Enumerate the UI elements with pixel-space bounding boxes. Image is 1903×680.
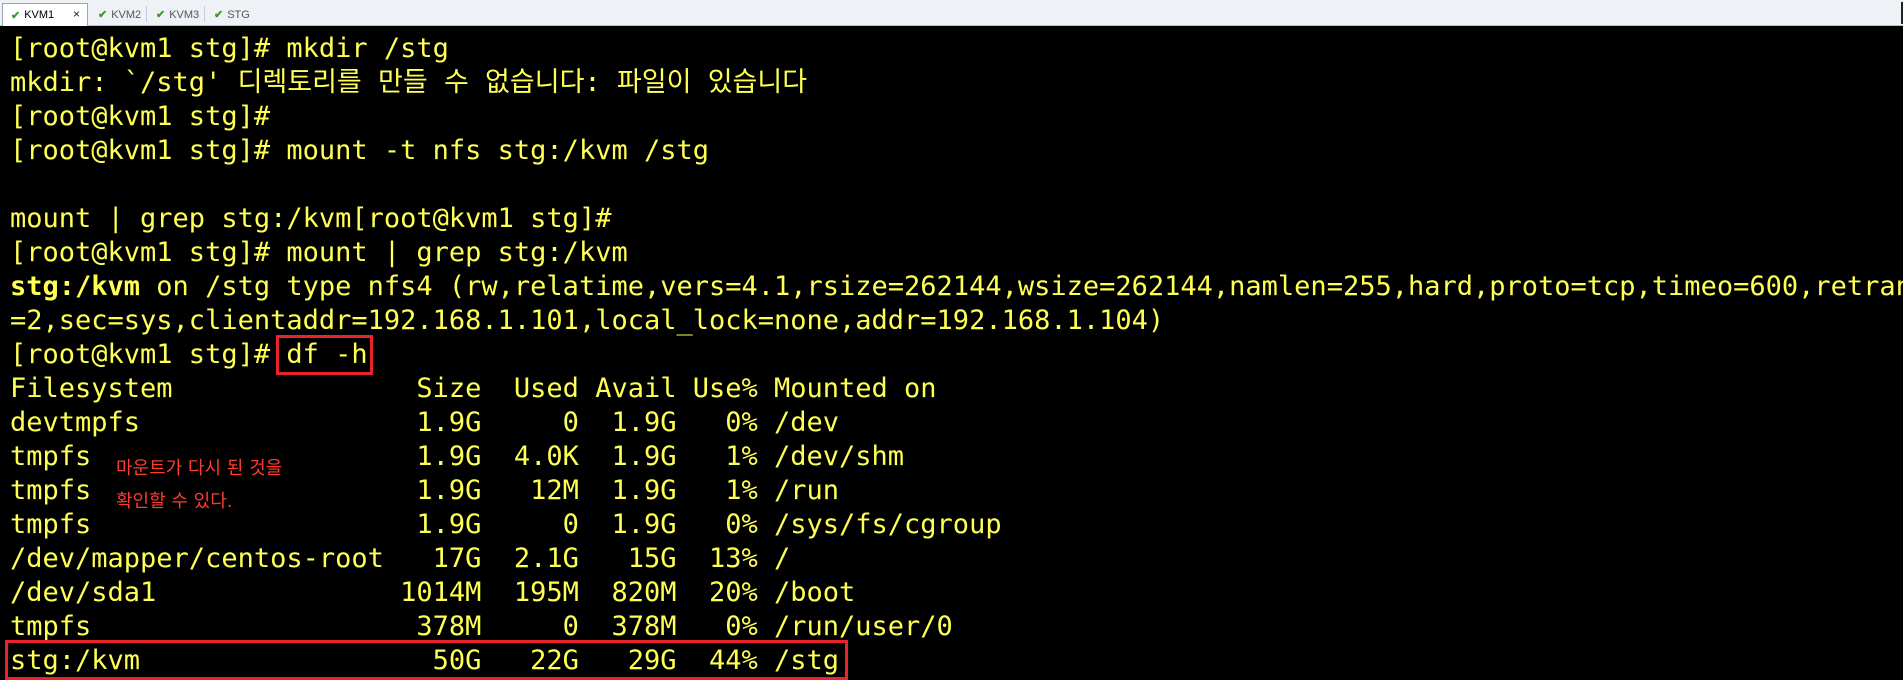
terminal-line: mkdir: `/stg' 디렉토리를 만들 수 없습니다: 파일이 있습니다 — [10, 67, 808, 98]
terminal-output[interactable]: [root@kvm1 stg]# mkdir /stg mkdir: `/stg… — [0, 26, 1903, 680]
df-row: devtmpfs 1.9G 0 1.9G 0% /dev — [10, 407, 840, 438]
tab-divider — [146, 6, 147, 22]
terminal-line: mount | grep stg:/kvm[root@kvm1 stg]# — [10, 203, 612, 234]
terminal-line: [root@kvm1 stg]# — [10, 101, 271, 132]
tab-kvm3[interactable]: ✔ KVM3 — [148, 4, 204, 25]
stg-row-highlight — [5, 640, 848, 680]
df-row: /dev/sda1 1014M 195M 820M 20% /boot — [10, 577, 856, 608]
terminal-line: stg:/kvm on /stg type nfs4 (rw,relatime,… — [10, 270, 1903, 304]
terminal-line: [root@kvm1 stg]# mount | grep stg:/kvm — [10, 237, 628, 268]
tab-kvm1[interactable]: ✔ KVM1 × — [2, 3, 88, 26]
mount-details: on /stg type nfs4 (rw,relatime,vers=4.1,… — [140, 271, 1903, 302]
tab-label: KVM3 — [169, 8, 200, 21]
check-icon: ✔ — [214, 9, 224, 21]
tab-label: STG — [227, 8, 250, 21]
terminal-line: [root@kvm1 stg]# mount -t nfs stg:/kvm /… — [10, 135, 709, 166]
check-icon: ✔ — [156, 9, 166, 21]
df-command-highlight — [276, 335, 373, 375]
df-row: tmpfs 378M 0 378M 0% /run/user/0 — [10, 611, 953, 642]
close-icon[interactable]: × — [73, 7, 80, 21]
annotation-line-2: 확인할 수 있다. — [116, 491, 233, 512]
df-row: /dev/mapper/centos-root 17G 2.1G 15G 13%… — [10, 543, 791, 574]
annotation-line-1: 마운트가 다시 된 것을 — [116, 458, 283, 479]
df-header: Filesystem Size Used Avail Use% Mounted … — [10, 373, 937, 404]
tab-label: KVM1 — [24, 9, 55, 21]
check-icon: ✔ — [11, 9, 21, 22]
df-row: tmpfs 1.9G 0 1.9G 0% /sys/fs/cgroup — [10, 509, 1002, 540]
terminal-line: =2,sec=sys,clientaddr=192.168.1.101,loca… — [10, 305, 1165, 336]
tab-bar: ✔ KVM1 × ✔ KVM2 ✔ KVM3 ✔ STG — [0, 0, 1903, 26]
tab-label: KVM2 — [111, 8, 142, 21]
tab-divider — [204, 6, 205, 22]
terminal-line: [root@kvm1 stg]# mkdir /stg — [10, 33, 449, 64]
check-icon: ✔ — [98, 9, 108, 21]
tab-stg[interactable]: ✔ STG — [206, 4, 262, 25]
mount-source: stg:/kvm — [10, 271, 141, 302]
tab-kvm2[interactable]: ✔ KVM2 — [90, 4, 146, 25]
